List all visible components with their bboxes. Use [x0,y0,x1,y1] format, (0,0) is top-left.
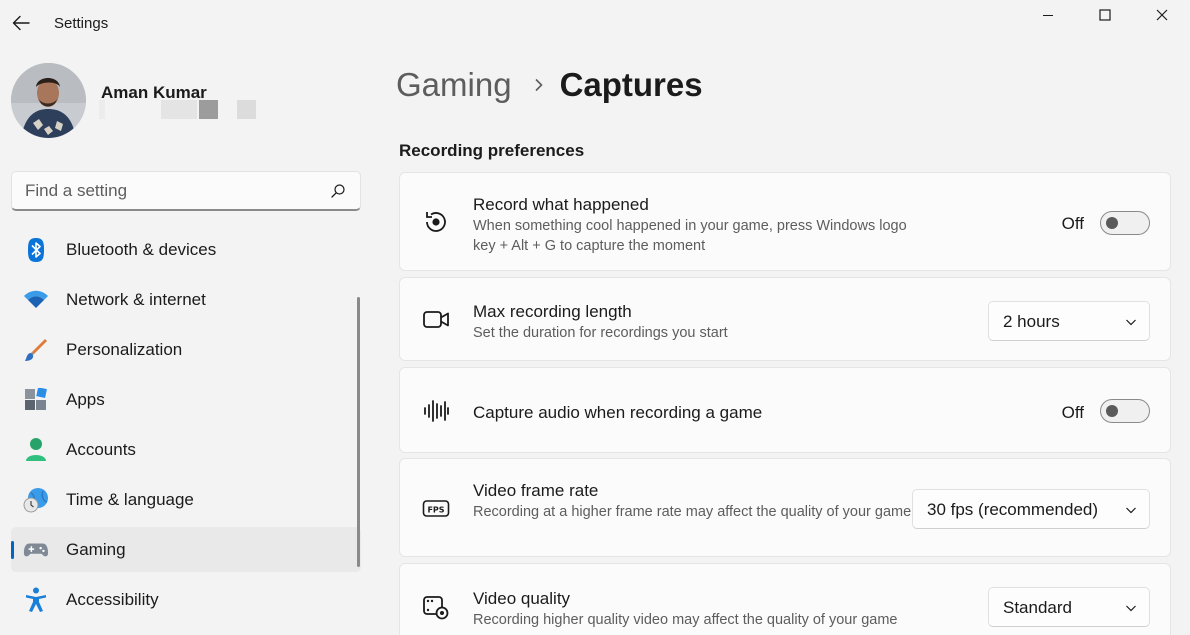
search-icon[interactable] [330,183,346,199]
maximize-button[interactable] [1076,0,1133,30]
max-recording-length-dropdown[interactable]: 2 hours [988,301,1150,341]
sidebar-item-label: Gaming [66,539,126,559]
dropdown-value: 2 hours [1003,312,1060,331]
max-recording-length-card: Max recording length Set the duration fo… [399,277,1171,361]
record-history-icon [422,208,450,236]
sidebar-item-label: Personalization [66,339,183,359]
minimize-icon [1042,15,1053,16]
globe-clock-icon [23,487,49,513]
setting-title: Capture audio when recording a game [473,403,763,422]
close-icon [1156,9,1167,21]
chevron-down-icon [1126,605,1136,612]
toggle-knob [1106,405,1118,417]
sidebar-item-time-language[interactable]: Time & language [11,477,361,522]
setting-description: Set the duration for recordings you star… [473,325,728,341]
svg-text:FPS: FPS [427,506,444,515]
sidebar-item-apps[interactable]: Apps [11,377,361,422]
page-title: Captures [559,66,703,103]
brush-icon [23,337,49,363]
record-what-happened-toggle[interactable] [1100,211,1150,235]
section-title: Recording preferences [399,141,585,160]
title-bar: Settings [0,0,1190,46]
video-quality-dropdown[interactable]: Standard [988,587,1150,627]
setting-title: Max recording length [473,302,632,321]
chevron-down-icon [1126,507,1136,514]
record-what-happened-card: Record what happened When something cool… [399,172,1171,271]
apps-icon [23,387,49,413]
setting-title: Video frame rate [473,481,599,500]
sidebar-item-gaming[interactable]: Gaming [11,527,361,572]
bluetooth-icon [23,237,49,263]
sidebar-item-label: Apps [66,389,105,409]
search-box[interactable] [11,171,361,211]
app-title: Settings [54,15,109,32]
toggle-state-label: Off [1061,403,1084,422]
breadcrumb: Gaming Captures [396,66,703,104]
setting-description: Recording at a higher frame rate may aff… [473,504,912,520]
chevron-down-icon [1126,319,1136,326]
sidebar-item-accounts[interactable]: Accounts [11,427,361,472]
sidebar-nav: Bluetooth & devices Network & internet P… [11,227,361,627]
setting-title: Video quality [473,589,571,608]
search-input[interactable] [12,172,322,209]
setting-description: When something cool happened in your gam… [473,218,907,254]
sidebar-item-network[interactable]: Network & internet [11,277,361,322]
redacted-email [99,100,259,119]
sidebar-item-label: Accounts [66,439,136,459]
minimize-button[interactable] [1019,0,1076,30]
setting-title: Record what happened [473,195,649,214]
video-camera-icon [422,306,450,334]
maximize-icon [1098,9,1111,21]
video-frame-rate-dropdown[interactable]: 30 fps (recommended) [912,489,1150,529]
gamepad-icon [23,537,49,563]
capture-audio-card: Capture audio when recording a game Off [399,367,1171,453]
accounts-icon [23,437,49,463]
wifi-icon [23,287,49,313]
fps-icon: FPS [422,495,450,523]
sidebar-item-label: Network & internet [66,289,206,309]
video-settings-icon [422,593,450,621]
toggle-state-label: Off [1061,214,1084,233]
toggle-knob [1106,217,1118,229]
capture-audio-toggle[interactable] [1100,399,1150,423]
chevron-right-icon [534,78,543,92]
video-frame-rate-card: FPS Video frame rate Recording at a high… [399,458,1171,557]
sidebar-item-label: Accessibility [66,589,159,609]
avatar-image [11,63,86,138]
back-arrow-icon [12,15,30,31]
avatar[interactable] [11,63,86,138]
sidebar-scrollbar[interactable] [357,297,360,567]
dropdown-value: 30 fps (recommended) [927,500,1099,519]
setting-description: Recording higher quality video may affec… [473,612,898,628]
close-button[interactable] [1133,0,1190,30]
audio-wave-icon [422,397,450,425]
sidebar-item-label: Bluetooth & devices [66,239,217,259]
dropdown-value: Standard [1003,598,1072,617]
breadcrumb-parent[interactable]: Gaming [396,66,512,104]
sidebar-item-label: Time & language [66,489,194,509]
back-button[interactable] [6,8,36,38]
sidebar-item-personalization[interactable]: Personalization [11,327,361,372]
accessibility-icon [23,587,49,613]
sidebar-item-bluetooth[interactable]: Bluetooth & devices [11,227,361,272]
sidebar-item-accessibility[interactable]: Accessibility [11,577,361,622]
window-controls [1019,0,1190,30]
video-quality-card: Video quality Recording higher quality v… [399,563,1171,635]
